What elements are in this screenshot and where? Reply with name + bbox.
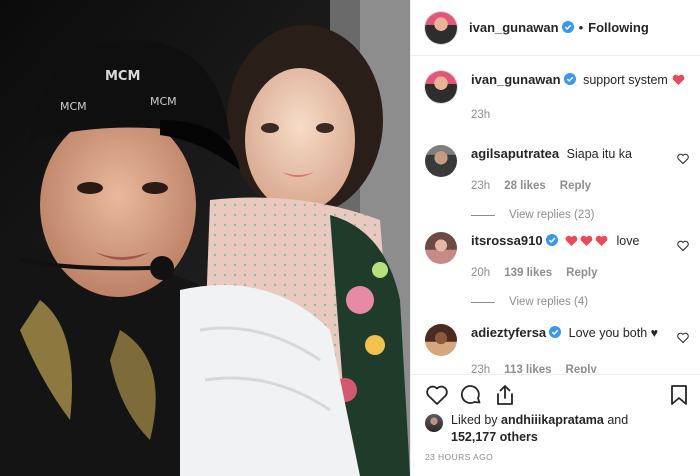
post-side-panel: ivan_gunawan • Following ivan_gunawan supp… (410, 0, 700, 476)
commenter-avatar[interactable] (425, 232, 457, 264)
comment-body: love (616, 234, 640, 248)
share-upload-icon[interactable] (493, 383, 517, 407)
reply-button[interactable]: Reply (566, 364, 597, 373)
verified-badge-icon (545, 234, 558, 246)
comment-item: adieztyfersa Love you both ♥ 23h 113 lik… (425, 324, 695, 373)
svg-text:MCM: MCM (105, 69, 140, 84)
comments-list[interactable]: ivan_gunawan support system 23h agilsapu… (411, 57, 700, 373)
bookmark-icon[interactable] (667, 383, 691, 407)
commenter-avatar[interactable] (425, 324, 457, 356)
author-line: ivan_gunawan • Following (469, 19, 649, 37)
follow-status-button[interactable]: Following (588, 20, 649, 35)
commenter-avatar[interactable] (425, 145, 457, 177)
author-username[interactable]: ivan_gunawan (469, 20, 559, 35)
comment-likes[interactable]: 28 likes (504, 180, 546, 192)
view-replies-button[interactable]: View replies (4) (471, 296, 695, 308)
red-heart-emoji-icon (565, 235, 578, 246)
like-comment-heart-icon[interactable] (677, 240, 689, 252)
author-avatar[interactable] (425, 11, 457, 44)
selfie-illustration: MCM MCM MCM (0, 0, 410, 476)
red-heart-emoji-icon (672, 74, 685, 85)
caption-avatar[interactable] (425, 71, 457, 103)
likes-joiner: and (607, 413, 629, 427)
caption-age: 23h (471, 109, 491, 121)
commenter-username[interactable]: agilsaputratea (471, 146, 559, 161)
likes-count[interactable]: 152,177 others (451, 430, 538, 444)
caption-meta: 23h (471, 109, 695, 121)
caption-body: support system (583, 73, 668, 87)
separator-dot: • (578, 19, 584, 35)
heart-outline-icon[interactable] (425, 383, 449, 407)
likes-summary: Liked by andhiiikapratama and 152,177 ot… (425, 412, 628, 446)
svg-text:MCM: MCM (150, 95, 177, 108)
comment-text: agilsaputratea Siapa itu ka (471, 145, 695, 177)
likes-prefix: Liked by (451, 413, 498, 427)
liker-username[interactable]: andhiiikapratama (501, 413, 604, 427)
comment-meta: 20h 139 likes Reply (471, 267, 695, 279)
comment-meta: 23h 28 likes Reply (471, 180, 695, 192)
commenter-username[interactable]: adieztyfersa (471, 325, 546, 340)
like-comment-heart-icon[interactable] (677, 332, 689, 344)
verified-badge-icon (563, 73, 576, 85)
comment-body: Love you both ♥ (568, 326, 659, 340)
verified-badge-icon (549, 326, 562, 338)
post-action-bar (411, 374, 700, 414)
comment-item: agilsaputratea Siapa itu ka 23h 28 likes… (425, 145, 695, 221)
comment-meta: 23h 113 likes Reply (471, 364, 695, 373)
comment-age: 23h (471, 364, 491, 373)
caption-text: ivan_gunawan support system (471, 71, 695, 103)
post-timestamp[interactable]: 23 HOURS AGO (425, 452, 493, 462)
comment-body: Siapa itu ka (566, 147, 632, 161)
replies-divider (471, 214, 495, 216)
svg-text:MCM: MCM (60, 100, 87, 113)
post-photo[interactable]: MCM MCM MCM (0, 0, 410, 476)
replies-divider (471, 301, 495, 303)
caption-item: ivan_gunawan support system 23h (425, 71, 695, 121)
comment-age: 23h (471, 180, 491, 192)
comment-bubble-icon[interactable] (459, 383, 483, 407)
liker-avatar[interactable] (425, 414, 443, 432)
reply-button[interactable]: Reply (566, 267, 597, 279)
red-heart-emoji-icon (595, 235, 608, 246)
verified-badge-icon (561, 20, 574, 33)
comment-age: 20h (471, 267, 491, 279)
caption-username[interactable]: ivan_gunawan (471, 72, 561, 87)
view-replies-label: View replies (4) (509, 296, 589, 308)
post-header: ivan_gunawan • Following (411, 0, 700, 56)
like-comment-heart-icon[interactable] (677, 153, 689, 165)
likes-text: Liked by andhiiikapratama and 152,177 ot… (451, 412, 628, 446)
comment-item: itsrossa910 love 20h 139 likes Reply Vie… (425, 232, 695, 308)
comment-likes[interactable]: 139 likes (504, 267, 552, 279)
reply-button[interactable]: Reply (560, 180, 591, 192)
view-replies-label: View replies (23) (509, 209, 595, 221)
comment-likes[interactable]: 113 likes (504, 364, 551, 373)
comment-text: adieztyfersa Love you both ♥ (471, 324, 695, 356)
comment-text: itsrossa910 love (471, 232, 695, 264)
view-replies-button[interactable]: View replies (23) (471, 209, 695, 221)
red-heart-emoji-icon (580, 235, 593, 246)
commenter-username[interactable]: itsrossa910 (471, 233, 543, 248)
